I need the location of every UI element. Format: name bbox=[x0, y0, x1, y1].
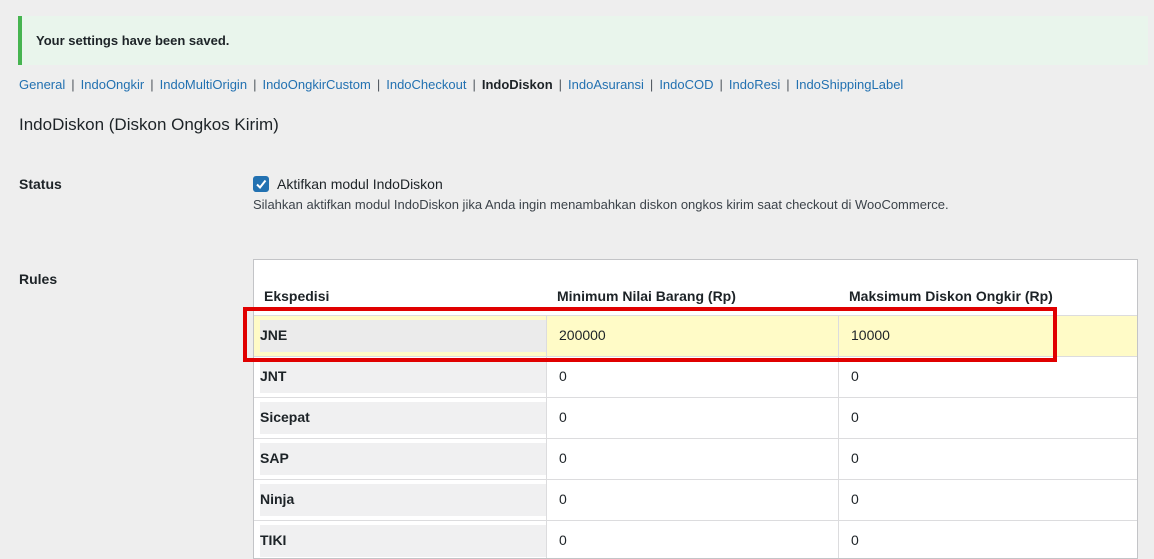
nav-separator: | bbox=[71, 77, 75, 92]
table-row: Sicepat 0 0 bbox=[254, 397, 1137, 439]
min-value-input[interactable]: 0 bbox=[547, 398, 839, 439]
table-row: SAP 0 0 bbox=[254, 438, 1137, 480]
courier-cell: TIKI bbox=[254, 521, 547, 558]
courier-name: TIKI bbox=[260, 532, 287, 548]
nav-separator: | bbox=[376, 77, 381, 92]
table-row: JNT 0 0 bbox=[254, 356, 1137, 398]
courier-cell-bg bbox=[260, 320, 546, 352]
max-discount-input[interactable]: 0 bbox=[839, 398, 1137, 439]
status-description: Silahkan aktifkan modul IndoDiskon jika … bbox=[253, 197, 949, 212]
min-value-input[interactable]: 0 bbox=[547, 357, 839, 398]
min-value-input[interactable]: 0 bbox=[547, 480, 839, 521]
max-discount-input[interactable]: 0 bbox=[839, 521, 1137, 558]
rules-table: Ekspedisi Minimum Nilai Barang (Rp) Maks… bbox=[253, 259, 1138, 559]
checkmark-icon bbox=[256, 179, 267, 190]
max-discount-text: 10000 bbox=[851, 327, 890, 343]
nav-separator: | bbox=[719, 77, 723, 92]
min-value-input[interactable]: 200000 bbox=[547, 316, 839, 357]
enable-indodiskon-checkbox[interactable] bbox=[253, 176, 269, 192]
max-discount-input[interactable]: 0 bbox=[839, 439, 1137, 480]
max-discount-text: 0 bbox=[851, 491, 859, 507]
enable-indodiskon-label[interactable]: Aktifkan modul IndoDiskon bbox=[277, 176, 443, 192]
min-value-input[interactable]: 0 bbox=[547, 521, 839, 558]
max-discount-input[interactable]: 0 bbox=[839, 357, 1137, 398]
nav-link-indocod[interactable]: IndoCOD bbox=[659, 77, 713, 92]
nav-separator: | bbox=[253, 77, 257, 92]
col-header-max-discount: Maksimum Diskon Ongkir (Rp) bbox=[849, 288, 1053, 304]
max-discount-input[interactable]: 0 bbox=[839, 480, 1137, 521]
nav-link-indoresi[interactable]: IndoResi bbox=[729, 77, 780, 92]
courier-name: Sicepat bbox=[260, 409, 310, 425]
courier-cell: JNT bbox=[254, 357, 547, 398]
status-label: Status bbox=[19, 176, 62, 192]
nav-link-indomultiorigin[interactable]: IndoMultiOrigin bbox=[160, 77, 247, 92]
courier-name: SAP bbox=[260, 450, 289, 466]
courier-cell: Sicepat bbox=[254, 398, 547, 439]
col-header-ekspedisi: Ekspedisi bbox=[264, 288, 330, 304]
nav-link-indodiskon[interactable]: IndoDiskon bbox=[482, 77, 553, 92]
settings-saved-notice: Your settings have been saved. bbox=[18, 16, 1148, 65]
nav-link-indoasuransi[interactable]: IndoAsuransi bbox=[568, 77, 644, 92]
courier-name: JNT bbox=[260, 368, 287, 384]
courier-name: JNE bbox=[260, 327, 288, 343]
nav-link-indoongkircustom[interactable]: IndoOngkirCustom bbox=[262, 77, 370, 92]
min-value-text: 0 bbox=[559, 491, 567, 507]
max-discount-text: 0 bbox=[851, 532, 859, 548]
courier-cell-bg bbox=[260, 443, 546, 475]
max-discount-text: 0 bbox=[851, 450, 859, 466]
table-row: Ninja 0 0 bbox=[254, 479, 1137, 521]
page-title: IndoDiskon (Diskon Ongkos Kirim) bbox=[19, 115, 279, 134]
rules-label: Rules bbox=[19, 271, 58, 287]
col-header-min-value: Minimum Nilai Barang (Rp) bbox=[557, 288, 736, 304]
nav-separator: | bbox=[786, 77, 790, 92]
min-value-text: 0 bbox=[559, 532, 567, 548]
courier-cell-bg bbox=[260, 484, 546, 516]
max-discount-text: 0 bbox=[851, 368, 859, 384]
min-value-text: 0 bbox=[559, 450, 567, 466]
min-value-text: 200000 bbox=[559, 327, 606, 343]
nav-separator: | bbox=[558, 77, 563, 92]
min-value-input[interactable]: 0 bbox=[547, 439, 839, 480]
min-value-text: 0 bbox=[559, 409, 567, 425]
courier-cell-bg bbox=[260, 361, 546, 393]
notice-text: Your settings have been saved. bbox=[36, 33, 230, 48]
nav-link-indoshippinglabel[interactable]: IndoShippingLabel bbox=[796, 77, 904, 92]
courier-cell: JNE bbox=[254, 316, 547, 357]
max-discount-text: 0 bbox=[851, 409, 859, 425]
nav-separator: | bbox=[150, 77, 154, 92]
table-row: TIKI 0 0 bbox=[254, 520, 1137, 558]
nav-link-indoongkir[interactable]: IndoOngkir bbox=[81, 77, 145, 92]
nav-link-general[interactable]: General bbox=[19, 77, 65, 92]
min-value-text: 0 bbox=[559, 368, 567, 384]
subsection-nav: General | IndoOngkir | IndoMultiOrigin | IndoO… bbox=[19, 77, 903, 92]
courier-cell: SAP bbox=[254, 439, 547, 480]
courier-cell: Ninja bbox=[254, 480, 547, 521]
max-discount-input[interactable]: 10000 bbox=[839, 316, 1137, 357]
courier-cell-bg bbox=[260, 525, 546, 557]
nav-link-indocheckout[interactable]: IndoCheckout bbox=[386, 77, 466, 92]
courier-name: Ninja bbox=[260, 491, 295, 507]
table-row: JNE 200000 10000 bbox=[254, 315, 1137, 357]
nav-separator: | bbox=[649, 77, 654, 92]
nav-separator: | bbox=[472, 77, 476, 92]
